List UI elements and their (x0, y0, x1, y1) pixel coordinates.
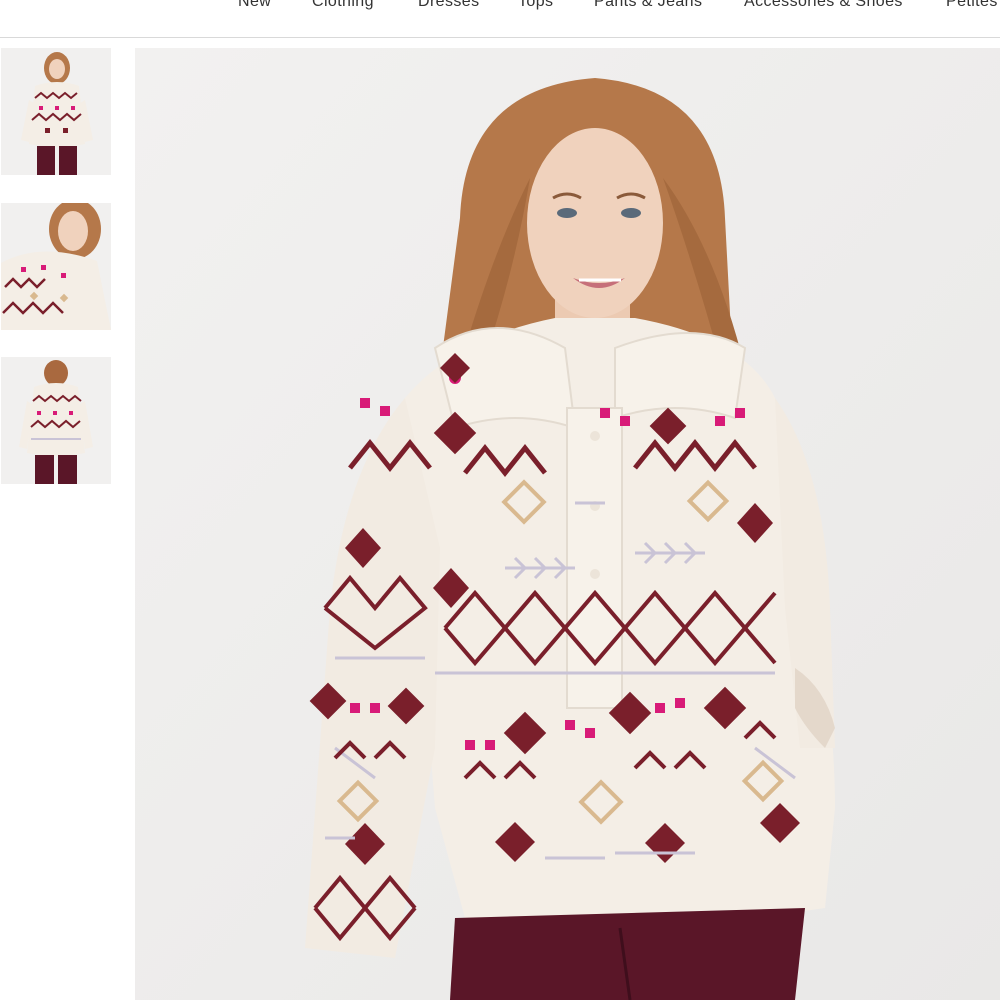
nav-item-petites[interactable]: Petites (946, 0, 998, 11)
nav-item-new[interactable]: New (238, 0, 271, 11)
nav-item-accessories-shoes[interactable]: Accessories & Shoes (744, 0, 903, 11)
model-face (527, 128, 663, 318)
main-product-image[interactable] (135, 48, 1000, 1000)
product-thumbnail-back[interactable] (1, 357, 111, 484)
nav-item-dresses[interactable]: Dresses (418, 0, 479, 11)
product-thumbnail-closeup[interactable] (1, 203, 111, 330)
nav-item-tops[interactable]: Tops (518, 0, 553, 11)
top-navigation: New Clothing Dresses Tops Pants & Jeans … (0, 0, 1000, 38)
nav-item-clothing[interactable]: Clothing (312, 0, 374, 11)
product-thumbnail-front[interactable] (1, 48, 111, 175)
nav-item-pants-jeans[interactable]: Pants & Jeans (594, 0, 702, 11)
